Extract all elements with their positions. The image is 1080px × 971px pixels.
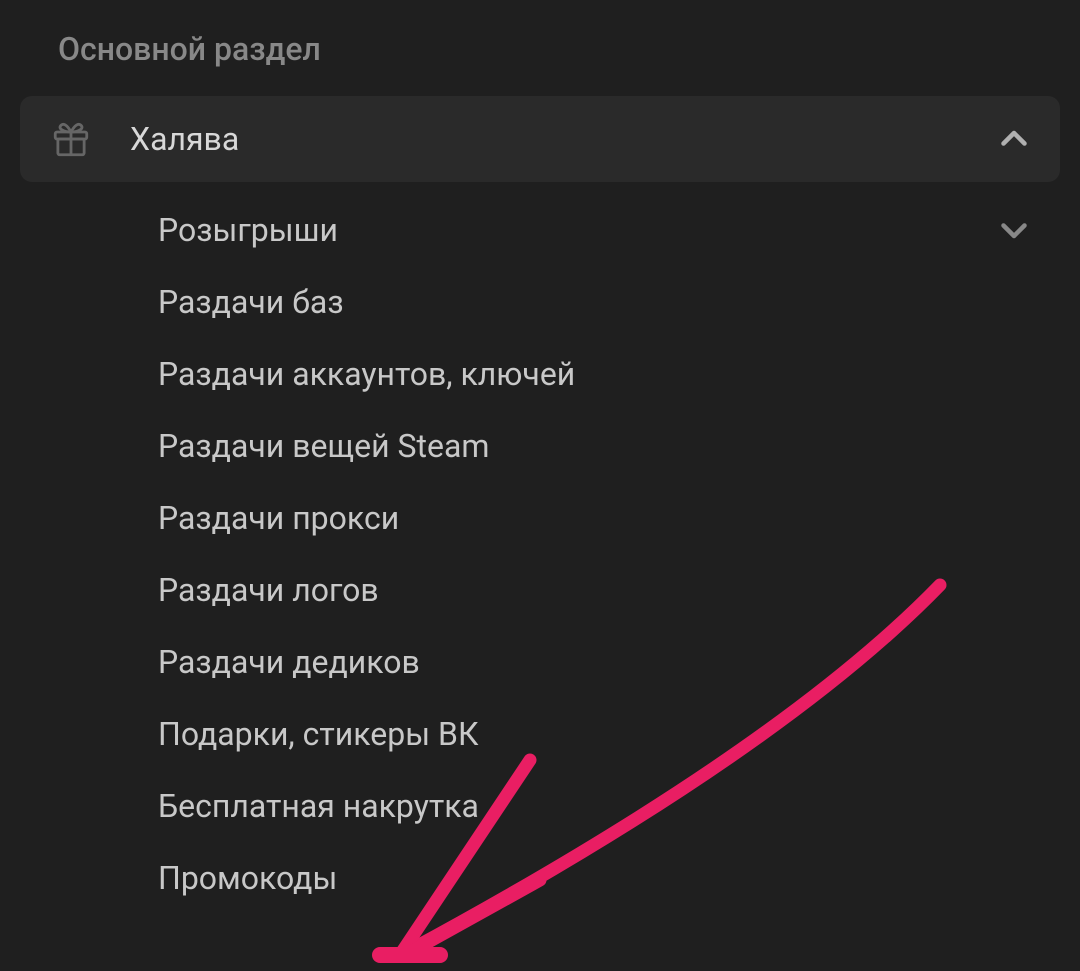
gift-icon bbox=[50, 118, 92, 160]
menu-item-label: Раздачи аккаунтов, ключей bbox=[158, 355, 1032, 393]
menu-item-logs[interactable]: Раздачи логов bbox=[20, 554, 1060, 626]
menu-item-free-boost[interactable]: Бесплатная накрутка bbox=[20, 770, 1060, 842]
menu-item-dedics[interactable]: Раздачи дедиков bbox=[20, 626, 1060, 698]
menu-header-label: Халява bbox=[130, 120, 996, 158]
menu-item-accounts-keys[interactable]: Раздачи аккаунтов, ключей bbox=[20, 338, 1060, 410]
menu-item-label: Промокоды bbox=[158, 859, 1032, 897]
menu-item-giveaways[interactable]: Розыгрыши bbox=[20, 194, 1060, 266]
menu-header-freebies[interactable]: Халява bbox=[20, 96, 1060, 182]
chevron-down-icon bbox=[996, 212, 1032, 248]
menu-item-vk-gifts[interactable]: Подарки, стикеры ВК bbox=[20, 698, 1060, 770]
menu-item-steam-items[interactable]: Раздачи вещей Steam bbox=[20, 410, 1060, 482]
section-title: Основной раздел bbox=[20, 30, 1060, 68]
menu-item-label: Бесплатная накрутка bbox=[158, 787, 1032, 825]
menu-item-label: Раздачи баз bbox=[158, 283, 1032, 321]
menu-item-db-distributions[interactable]: Раздачи баз bbox=[20, 266, 1060, 338]
menu-item-label: Раздачи вещей Steam bbox=[158, 427, 1032, 465]
menu-item-promocodes[interactable]: Промокоды bbox=[20, 842, 1060, 914]
menu-item-label: Подарки, стикеры ВК bbox=[158, 715, 1032, 753]
menu-item-label: Раздачи прокси bbox=[158, 499, 1032, 537]
chevron-up-icon bbox=[996, 121, 1032, 157]
menu-item-label: Раздачи дедиков bbox=[158, 643, 1032, 681]
menu-item-label: Раздачи логов bbox=[158, 571, 1032, 609]
menu-item-proxy[interactable]: Раздачи прокси bbox=[20, 482, 1060, 554]
menu-item-label: Розыгрыши bbox=[158, 211, 996, 249]
